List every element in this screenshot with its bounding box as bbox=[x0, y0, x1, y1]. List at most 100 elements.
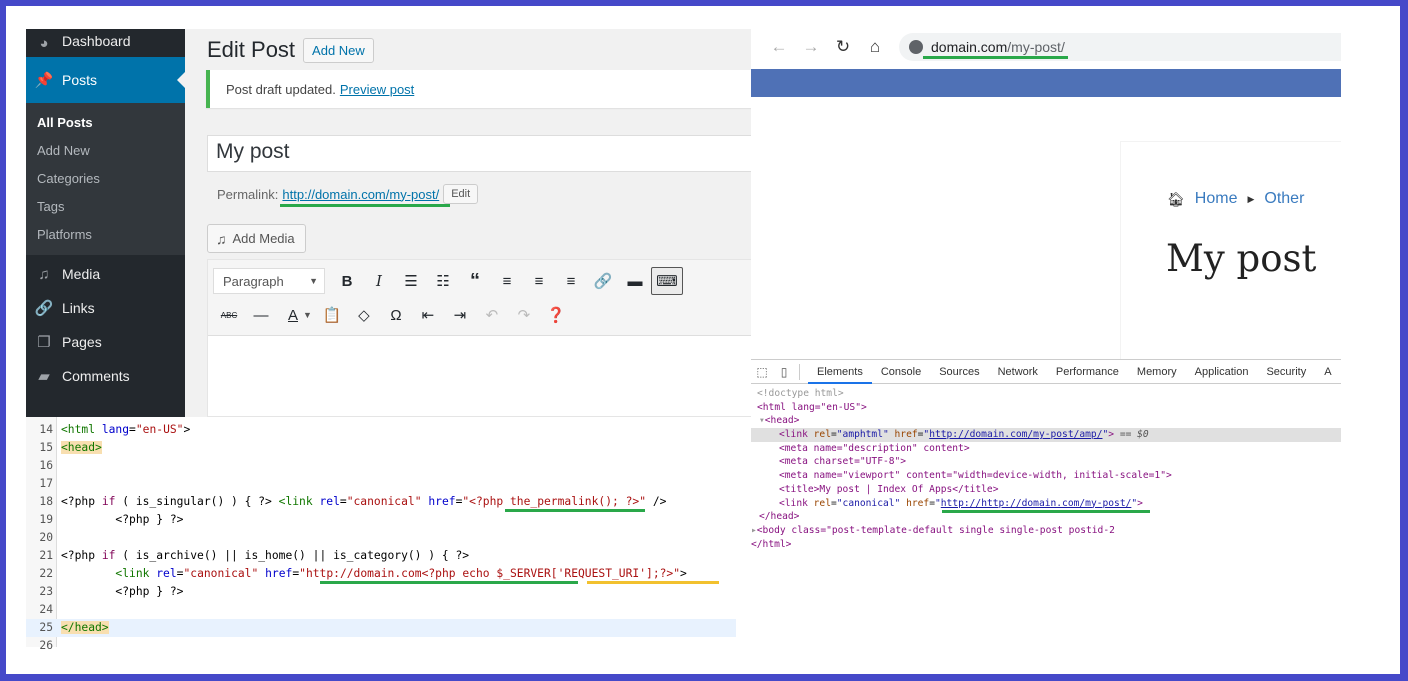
submenu-add-new[interactable]: Add New bbox=[26, 137, 185, 165]
align-center-icon[interactable]: ≡ bbox=[523, 267, 555, 295]
post-title-input[interactable]: My post bbox=[207, 135, 751, 172]
tab-sources[interactable]: Sources bbox=[930, 360, 988, 384]
media-icon: ♫ bbox=[216, 230, 227, 247]
dom-node[interactable]: <html lang="en-US"> bbox=[751, 401, 1341, 415]
edit-permalink-button[interactable]: Edit bbox=[443, 184, 479, 204]
tab-console[interactable]: Console bbox=[872, 360, 930, 384]
dom-node[interactable]: <meta name="viewport" content="width=dev… bbox=[751, 469, 1341, 483]
sidebar-item-pages[interactable]: ❐ Pages bbox=[26, 325, 185, 359]
italic-icon[interactable]: I bbox=[363, 267, 395, 295]
post-editor[interactable]: Paragraph ▼ B I ☰ ☷ “ ≡ ≡ ≡ 🔗 ▬ ⌨ ABC — … bbox=[207, 259, 751, 417]
code-line[interactable]: 20 bbox=[26, 529, 736, 547]
tab-memory[interactable]: Memory bbox=[1128, 360, 1186, 384]
code-line[interactable]: 15 <head> bbox=[26, 439, 736, 457]
bold-icon[interactable]: B bbox=[331, 267, 363, 295]
special-character-icon[interactable]: Ω bbox=[380, 301, 412, 329]
dom-node-canonical[interactable]: <link rel="canonical" href="http://http:… bbox=[751, 497, 1341, 513]
blockquote-icon[interactable]: “ bbox=[459, 267, 491, 295]
indent-icon[interactable]: ⇥ bbox=[444, 301, 476, 329]
forward-icon[interactable]: → bbox=[795, 37, 827, 57]
dom-node[interactable]: ▾<head> bbox=[751, 414, 1341, 428]
inspect-icon[interactable]: ⬚ bbox=[751, 365, 773, 379]
selected-marker: == $0 bbox=[1119, 429, 1149, 441]
line-number: 26 bbox=[39, 639, 53, 652]
canonical-href-link[interactable]: http://http://domain.com/my-post/ bbox=[941, 498, 1132, 509]
reload-icon[interactable]: ↻ bbox=[827, 37, 859, 57]
line-number: 16 bbox=[39, 459, 53, 472]
code-line[interactable]: 17 bbox=[26, 475, 736, 493]
numbered-list-icon[interactable]: ☷ bbox=[427, 267, 459, 295]
sidebar-item-label: Media bbox=[62, 266, 101, 282]
toolbar-toggle-icon[interactable]: ⌨ bbox=[651, 267, 683, 295]
permalink-url[interactable]: http://domain.com/my-post/ bbox=[282, 187, 439, 202]
breadcrumb-other[interactable]: Other bbox=[1264, 190, 1304, 208]
strikethrough-icon[interactable]: ABC bbox=[213, 301, 245, 329]
link-icon[interactable]: 🔗 bbox=[587, 267, 619, 295]
dashboard-icon: ◕ bbox=[39, 34, 49, 52]
tab-application[interactable]: Application bbox=[1186, 360, 1258, 384]
dom-node[interactable]: </head> bbox=[751, 510, 1341, 524]
code-text: <head> bbox=[61, 441, 102, 454]
paste-text-icon[interactable]: 📋 bbox=[316, 301, 348, 329]
head-tag: <head> bbox=[764, 415, 800, 427]
align-left-icon[interactable]: ≡ bbox=[491, 267, 523, 295]
redo-icon[interactable]: ↷ bbox=[508, 301, 540, 329]
dom-node[interactable]: <meta name="description" content> bbox=[751, 442, 1341, 456]
line-number: 17 bbox=[39, 477, 53, 490]
sidebar-item-comments[interactable]: ▰ Comments bbox=[26, 359, 185, 393]
submenu-all-posts[interactable]: All Posts bbox=[26, 109, 185, 137]
breadcrumb: 🏠︎ Home ▶ Other bbox=[1167, 190, 1304, 208]
align-right-icon[interactable]: ≡ bbox=[555, 267, 587, 295]
code-line[interactable]: 26 bbox=[26, 637, 736, 655]
home-icon[interactable]: ⌂ bbox=[859, 37, 891, 57]
sidebar-item-dashboard[interactable]: ◕ Dashboard bbox=[26, 29, 185, 57]
device-toggle-icon[interactable]: ▯ bbox=[773, 365, 795, 379]
code-line[interactable]: 16 bbox=[26, 457, 736, 475]
back-icon[interactable]: ← bbox=[763, 37, 795, 57]
tab-overflow[interactable]: A bbox=[1315, 360, 1340, 384]
clear-formatting-icon[interactable]: ◇ bbox=[348, 301, 380, 329]
tab-network[interactable]: Network bbox=[989, 360, 1047, 384]
submenu-platforms[interactable]: Platforms bbox=[26, 221, 185, 249]
sidebar-item-links[interactable]: 🔗 Links bbox=[26, 291, 185, 325]
dom-node[interactable]: <title>My post | Index Of Apps</title> bbox=[751, 483, 1341, 497]
horizontal-line-icon[interactable]: — bbox=[245, 301, 277, 329]
sidebar-item-label: Comments bbox=[62, 368, 130, 384]
sidebar-item-label: Posts bbox=[62, 72, 98, 88]
tab-security[interactable]: Security bbox=[1257, 360, 1315, 384]
read-more-icon[interactable]: ▬ bbox=[619, 267, 651, 295]
code-line[interactable]: 19 <?php } ?> bbox=[26, 511, 736, 529]
dom-node[interactable]: <!doctype html> bbox=[751, 387, 1341, 401]
amp-href-link[interactable]: http://domain.com/my-post/amp/ bbox=[929, 429, 1102, 440]
breadcrumb-home[interactable]: Home bbox=[1195, 190, 1238, 208]
code-line[interactable]: 24 bbox=[26, 601, 736, 619]
tab-elements[interactable]: Elements bbox=[808, 360, 872, 384]
outdent-icon[interactable]: ⇤ bbox=[412, 301, 444, 329]
add-media-button[interactable]: ♫ Add Media bbox=[207, 224, 306, 253]
submenu-categories[interactable]: Categories bbox=[26, 165, 185, 193]
url-path: /my-post/ bbox=[1007, 39, 1065, 55]
preview-post-link[interactable]: Preview post bbox=[340, 82, 414, 97]
sidebar-item-posts[interactable]: 📌 Posts bbox=[26, 57, 185, 103]
bullet-list-icon[interactable]: ☰ bbox=[395, 267, 427, 295]
dom-node-selected[interactable]: <link rel="amphtml" href="http://domain.… bbox=[751, 428, 1341, 442]
code-line[interactable]: 25 </head> bbox=[26, 619, 736, 637]
code-editor[interactable]: 14 <html lang="en-US"> 15 <head> 16 17 18 <?php… bbox=[26, 417, 746, 652]
format-select[interactable]: Paragraph ▼ bbox=[213, 268, 325, 294]
dom-node[interactable]: <meta charset="UTF-8"> bbox=[751, 455, 1341, 469]
undo-icon[interactable]: ↶ bbox=[476, 301, 508, 329]
code-line[interactable]: 14 <html lang="en-US"> bbox=[26, 421, 736, 439]
help-icon[interactable]: ❓ bbox=[540, 301, 572, 329]
tab-performance[interactable]: Performance bbox=[1047, 360, 1128, 384]
add-new-button[interactable]: Add New bbox=[303, 37, 374, 63]
dom-node[interactable]: ▸<body class="post-template-default sing… bbox=[751, 524, 1341, 538]
browser-navbar: ← → ↻ ⌂ domain.com/my-post/ bbox=[751, 29, 1341, 65]
code-line[interactable]: 23 <?php } ?> bbox=[26, 583, 736, 601]
dom-node[interactable]: </html> bbox=[751, 538, 1341, 552]
divider bbox=[799, 363, 800, 380]
code-line[interactable]: 21 <?php if ( is_archive() || is_home() |… bbox=[26, 547, 736, 565]
chevron-down-icon[interactable]: ▼ bbox=[303, 310, 312, 320]
sidebar-item-media[interactable]: ♫ Media bbox=[26, 257, 185, 291]
permalink-label: Permalink: bbox=[217, 186, 279, 202]
submenu-tags[interactable]: Tags bbox=[26, 193, 185, 221]
